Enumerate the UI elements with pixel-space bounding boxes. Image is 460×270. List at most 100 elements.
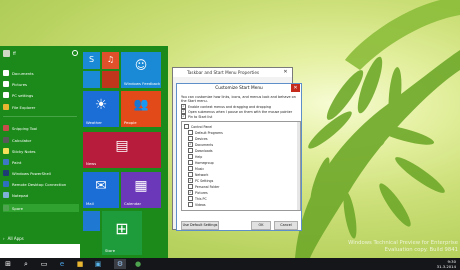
list-item[interactable]: This PC (188, 196, 207, 201)
ok-button[interactable]: OK (251, 221, 271, 230)
list-item[interactable]: ✓ Pictures (188, 190, 208, 195)
start-menu-item[interactable]: Notepad (3, 191, 79, 199)
start-menu-item[interactable]: Remote Desktop Connection (3, 180, 79, 188)
search-icon[interactable]: ⌕ (20, 259, 32, 269)
option-checkbox[interactable]: ✓ Pin to Start list (181, 114, 212, 119)
start-menu-item[interactable]: Sticky Notes (3, 147, 79, 155)
file-explorer-icon[interactable]: ■ (74, 259, 86, 269)
checkbox[interactable] (188, 160, 193, 165)
start-menu-item-label: Snipping Tool (12, 125, 38, 131)
tile-people[interactable]: 👥 People (121, 91, 161, 127)
start-menu-item[interactable]: Windows PowerShell (3, 169, 79, 177)
list-item-label: Control Panel (191, 124, 213, 129)
list-item-label: Default Programs (195, 130, 223, 135)
list-item-label: Videos (195, 202, 206, 207)
tile-store[interactable]: ⊞ Store (102, 211, 142, 255)
list-item[interactable]: Videos (188, 202, 206, 207)
app-icon[interactable]: ● (132, 259, 144, 269)
list-item[interactable]: ✓ PC Settings (188, 178, 213, 183)
start-button[interactable]: ⊞ (2, 259, 14, 269)
start-menu-item-label: Pictures (12, 81, 28, 87)
start-menu-item[interactable]: Calculator (3, 136, 79, 144)
checkbox[interactable] (188, 202, 193, 207)
tile-onedrive[interactable] (83, 211, 100, 231)
app-icon (3, 137, 9, 143)
checkbox[interactable] (188, 148, 193, 153)
checkbox[interactable] (188, 172, 193, 177)
start-menu-item-label: Paint (12, 159, 22, 165)
checkbox[interactable]: ✓ (181, 114, 186, 119)
list-item[interactable]: Music (188, 166, 204, 171)
tile-music[interactable]: ♫ (102, 52, 119, 69)
list-item[interactable]: Downloads (188, 148, 213, 153)
start-menu-item[interactable]: Documents (3, 69, 79, 77)
customize-start-menu-dialog: Customize Start Menu ✕ You can customize… (176, 83, 302, 231)
list-item-label: Network (195, 172, 209, 177)
list-item-label: Downloads (195, 148, 213, 153)
checkbox[interactable]: ✓ (188, 142, 193, 147)
all-apps-button[interactable]: › All Apps (3, 236, 24, 241)
checkbox[interactable] (184, 124, 189, 129)
tile-feedback[interactable]: ☺ Windows Feedback (121, 52, 161, 88)
start-menu-item-label: PC settings (12, 92, 34, 98)
list-item[interactable]: Personal Folder (188, 184, 219, 189)
clock[interactable]: 9:30 31.3.2014 (437, 259, 456, 269)
list-item[interactable]: Devices (188, 136, 208, 141)
list-item[interactable]: ✓ Documents (188, 142, 213, 147)
store-icon: ⊞ (115, 218, 129, 238)
tile-weather[interactable]: ☀ Weather (83, 91, 119, 127)
task-view-icon[interactable]: ▭ (38, 259, 50, 269)
start-menu-item[interactable]: Snipping Tool (3, 124, 79, 132)
cancel-button[interactable]: Cancel (274, 221, 298, 230)
power-icon[interactable] (72, 50, 78, 56)
checkbox[interactable]: ✓ (188, 178, 193, 183)
close-icon[interactable]: ✕ (280, 69, 291, 76)
list-item-label: This PC (195, 196, 207, 201)
use-default-settings-button[interactable]: Use Default Settings (181, 221, 219, 230)
watermark-line1: Windows Technical Preview for Enterprise (348, 240, 458, 246)
control-panel-icon[interactable]: ⚙ (114, 259, 126, 269)
start-items-list[interactable]: Control Panel Default Programs Devices ✓ Doc… (181, 121, 301, 211)
checkbox[interactable] (188, 136, 193, 141)
all-apps-label: All Apps (7, 236, 24, 241)
checkbox[interactable] (188, 184, 193, 189)
list-item-label: Devices (195, 136, 208, 141)
tile-label: Calendar (124, 201, 142, 206)
internet-explorer-icon[interactable]: e (56, 259, 68, 269)
checkbox[interactable] (188, 166, 193, 171)
app-icon (3, 192, 9, 198)
app-icon (3, 70, 9, 76)
start-menu-item[interactable]: PC settings (3, 91, 79, 99)
start-menu-item-label: Calculator (12, 137, 32, 143)
list-item[interactable]: Homegroup (188, 160, 214, 165)
tile-video[interactable] (102, 71, 119, 88)
scrollbar[interactable] (297, 122, 300, 210)
news-icon: ▤ (115, 138, 129, 155)
user-account[interactable]: ff (3, 50, 16, 57)
tile-calendar[interactable]: ▦ Calendar (121, 172, 161, 208)
start-menu-item-label: Sticky Notes (12, 148, 36, 154)
start-menu-item[interactable]: Paint (3, 158, 79, 166)
start-menu-item[interactable]: Pictures (3, 80, 79, 88)
tile-skype[interactable]: S (83, 52, 100, 69)
music-icon: ♫ (106, 55, 115, 65)
close-icon[interactable]: ✕ (291, 84, 300, 92)
skype-icon: S (88, 55, 95, 65)
list-item[interactable]: Control Panel (184, 124, 212, 129)
list-item[interactable]: Default Programs (188, 130, 223, 135)
checkbox[interactable]: ✓ (188, 190, 193, 195)
tile-mail[interactable]: ✉ Mail (83, 172, 119, 208)
start-menu-item[interactable]: Spore (3, 204, 79, 212)
checkbox[interactable] (188, 154, 193, 159)
list-item[interactable]: Network (188, 172, 208, 177)
weather-icon: ☀ (94, 97, 108, 114)
checkbox[interactable] (188, 130, 193, 135)
tile-news[interactable]: ▤ News (83, 132, 161, 168)
store-icon[interactable]: ▣ (92, 259, 104, 269)
dialog-title: Customize Start Menu (215, 86, 263, 91)
checkbox[interactable] (188, 196, 193, 201)
list-item[interactable]: Help (188, 154, 202, 159)
tile-photos[interactable] (83, 71, 100, 88)
start-menu-item[interactable]: File Explorer (3, 103, 79, 111)
start-search-input[interactable] (0, 244, 80, 258)
